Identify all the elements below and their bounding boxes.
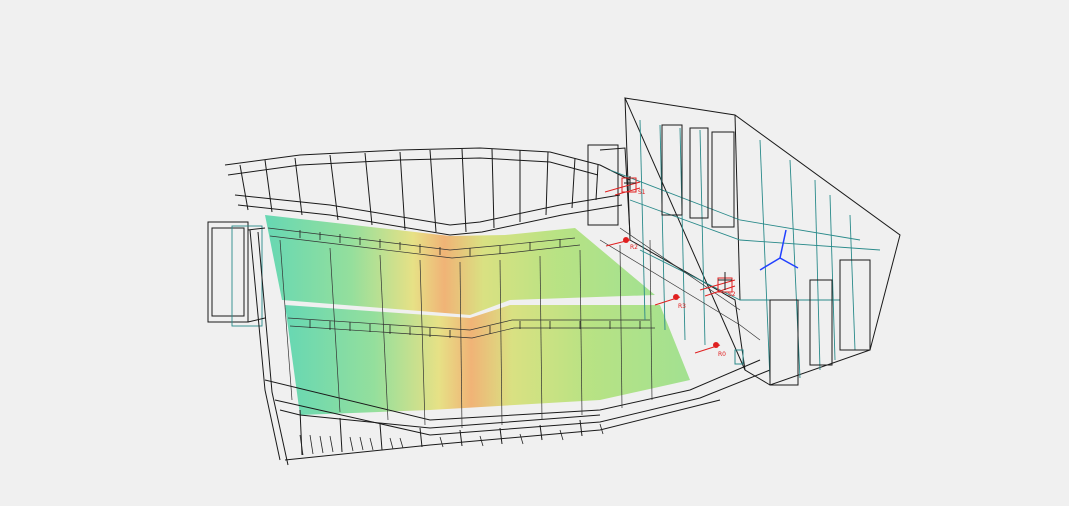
axes-gizmo	[759, 229, 799, 271]
marker-label: S1	[638, 189, 646, 196]
marker-label: R0	[718, 351, 726, 358]
source-marker-s1[interactable]: S1	[604, 176, 646, 196]
receiver-marker-r2[interactable]: R2	[605, 237, 638, 251]
source-marker-s2[interactable]: S2	[699, 272, 736, 298]
left-side-volumes	[207, 221, 266, 327]
marker-label: R3	[678, 303, 686, 310]
room-model: S1 R2 S2 R3 R0 S3	[207, 97, 901, 466]
marker-label: S2	[728, 291, 736, 298]
receiver-marker-r0[interactable]: R0	[694, 342, 726, 358]
3d-viewport[interactable]: S1 R2 S2 R3 R0 S3	[0, 0, 1069, 506]
marker-label: R2	[630, 244, 638, 251]
